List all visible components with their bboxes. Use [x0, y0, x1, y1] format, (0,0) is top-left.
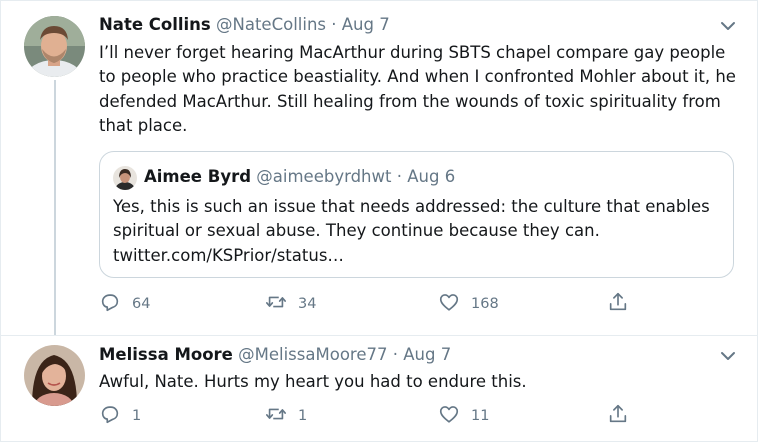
- share-icon: [607, 403, 629, 429]
- reply-count: 1: [132, 408, 142, 424]
- tweet-text: I’ll never forget hearing MacArthur duri…: [99, 43, 736, 135]
- retweet-count: 1: [298, 408, 308, 424]
- share-icon: [607, 291, 629, 317]
- quoted-user-handle: @aimeebyrdhwt: [256, 167, 392, 186]
- quoted-display-name: Aimee Byrd: [144, 167, 252, 186]
- reply-count: 64: [132, 296, 151, 312]
- heart-icon: [438, 291, 460, 317]
- tweet-date[interactable]: Aug 7: [342, 15, 390, 34]
- reply-icon: [99, 291, 121, 317]
- like-button[interactable]: 168: [438, 291, 499, 317]
- tweet-text: Awful, Nate. Hurts my heart you had to e…: [99, 372, 527, 391]
- tweet-thread: Nate Collins @NateCollins · Aug 7 I’ll n…: [0, 0, 758, 442]
- tweet-header: Melissa Moore @MelissaMoore77 · Aug 7: [99, 343, 737, 367]
- thread-line: [54, 80, 56, 335]
- display-name[interactable]: Melissa Moore: [99, 345, 233, 364]
- chevron-down-icon[interactable]: [717, 345, 739, 367]
- quoted-text: Yes, this is such an issue that needs ad…: [113, 197, 710, 265]
- tweet-actions: 1 1 11: [99, 403, 639, 429]
- retweet-button[interactable]: 34: [265, 291, 316, 317]
- reply-icon: [99, 403, 121, 429]
- quoted-avatar[interactable]: [113, 166, 137, 190]
- tweet-melissa-moore[interactable]: Melissa Moore @MelissaMoore77 · Aug 7 Aw…: [1, 336, 757, 441]
- user-handle[interactable]: @NateCollins: [216, 15, 326, 34]
- tweet-date[interactable]: Aug 7: [403, 345, 451, 364]
- separator: ·: [396, 167, 402, 186]
- quoted-header: Aimee Byrd @aimeebyrdhwt · Aug 6: [144, 165, 455, 189]
- separator: ·: [331, 15, 337, 34]
- quoted-date: Aug 6: [407, 167, 456, 186]
- retweet-icon: [265, 291, 287, 317]
- chevron-down-icon[interactable]: [717, 15, 739, 37]
- heart-icon: [438, 403, 460, 429]
- tweet-nate-collins[interactable]: Nate Collins @NateCollins · Aug 7 I’ll n…: [1, 1, 757, 336]
- avatar[interactable]: [24, 345, 85, 406]
- retweet-count: 34: [298, 296, 317, 312]
- separator: ·: [392, 345, 398, 364]
- like-count: 11: [471, 408, 490, 424]
- reply-button[interactable]: 1: [99, 403, 141, 429]
- like-count: 168: [471, 296, 499, 312]
- share-button[interactable]: [607, 291, 629, 317]
- display-name[interactable]: Nate Collins: [99, 15, 211, 34]
- tweet-actions: 64 34 168: [99, 291, 639, 317]
- avatar[interactable]: [24, 16, 85, 77]
- retweet-icon: [265, 403, 287, 429]
- tweet-header: Nate Collins @NateCollins · Aug 7: [99, 13, 737, 37]
- retweet-button[interactable]: 1: [265, 403, 307, 429]
- like-button[interactable]: 11: [438, 403, 489, 429]
- user-handle[interactable]: @MelissaMoore77: [238, 345, 387, 364]
- share-button[interactable]: [607, 403, 629, 429]
- reply-button[interactable]: 64: [99, 291, 150, 317]
- quoted-tweet[interactable]: Aimee Byrd @aimeebyrdhwt · Aug 6 Yes, th…: [99, 151, 734, 278]
